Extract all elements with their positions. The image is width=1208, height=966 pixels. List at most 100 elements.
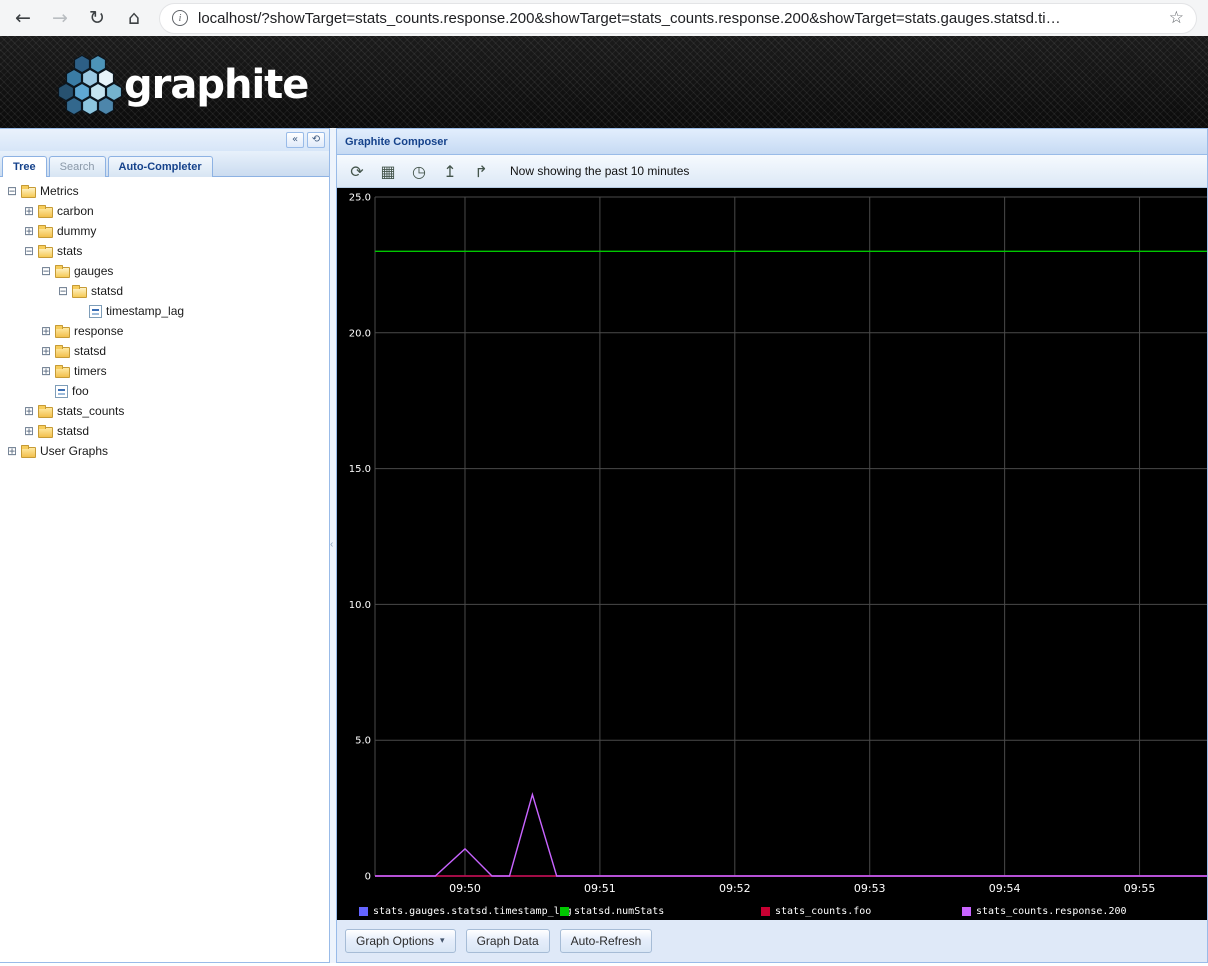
tab-auto-completer[interactable]: Auto-Completer bbox=[108, 156, 213, 177]
tree-node-dummy[interactable]: ⊞ dummy bbox=[0, 221, 329, 241]
folder-icon bbox=[38, 405, 53, 418]
expand-toggle-icon[interactable]: ⊟ bbox=[4, 184, 20, 198]
expand-toggle-icon[interactable]: ⊞ bbox=[21, 204, 37, 218]
refresh-icon[interactable]: ⟳ bbox=[345, 159, 369, 183]
folder-icon bbox=[21, 445, 36, 458]
tree-node-statsd[interactable]: ⊞ statsd bbox=[0, 421, 329, 441]
graph-data-button[interactable]: Graph Data bbox=[466, 929, 550, 953]
tree-node-label: carbon bbox=[57, 204, 94, 218]
tree-node-carbon[interactable]: ⊞ carbon bbox=[0, 201, 329, 221]
tree-node-timers[interactable]: ⊞ timers bbox=[0, 361, 329, 381]
composer-title: Graphite Composer bbox=[337, 129, 1207, 155]
expand-toggle-icon[interactable]: ⊞ bbox=[38, 324, 54, 338]
svg-text:25.0: 25.0 bbox=[349, 193, 371, 204]
share-icon[interactable]: ↱ bbox=[469, 159, 493, 183]
expand-toggle-icon[interactable]: ⊞ bbox=[21, 424, 37, 438]
legend-item: stats_counts.foo bbox=[761, 906, 962, 917]
clock-icon[interactable]: ◷ bbox=[407, 159, 431, 183]
reload-icon[interactable]: ↻ bbox=[86, 7, 108, 29]
svg-text:10.0: 10.0 bbox=[349, 600, 371, 611]
graphite-hexagon-logo-icon bbox=[56, 50, 122, 120]
tree-node-label: stats bbox=[57, 244, 82, 258]
forward-icon[interactable]: → bbox=[49, 7, 71, 29]
site-info-icon[interactable]: i bbox=[172, 10, 188, 26]
expand-toggle-icon[interactable]: ⊞ bbox=[4, 444, 20, 458]
tree-node-metrics[interactable]: ⊟Metrics bbox=[0, 181, 329, 201]
graphite-logo-text: graphite bbox=[124, 62, 308, 108]
upload-icon[interactable]: ↥ bbox=[438, 159, 462, 183]
url-text[interactable]: localhost/?showTarget=stats_counts.respo… bbox=[198, 10, 1159, 27]
tree-node-gauges[interactable]: ⊟ gauges bbox=[0, 261, 329, 281]
svg-text:0: 0 bbox=[365, 872, 371, 883]
svg-text:15.0: 15.0 bbox=[349, 464, 371, 475]
expand-toggle-icon[interactable]: ⊟ bbox=[38, 264, 54, 278]
legend-swatch bbox=[359, 907, 368, 916]
auto-refresh-button[interactable]: Auto-Refresh bbox=[560, 929, 653, 953]
button-label: Graph Data bbox=[477, 934, 539, 948]
refresh-tree-button[interactable]: ⟲ bbox=[307, 132, 325, 148]
tree-node-label: stats_counts bbox=[57, 404, 124, 418]
tree-node-label: timestamp_lag bbox=[106, 304, 184, 318]
tree-node-label: gauges bbox=[74, 264, 113, 278]
legend-item: stats_counts.response.200 bbox=[962, 906, 1163, 917]
tree-node-user-graphs[interactable]: ⊞ User Graphs bbox=[0, 441, 329, 461]
bookmark-star-icon[interactable]: ☆ bbox=[1169, 8, 1184, 28]
composer-toolbar: ⟳ ▦ ◷ ↥ ↱ Now showing the past 10 minutes bbox=[337, 155, 1207, 188]
legend-swatch bbox=[761, 907, 770, 916]
tree-node-label: statsd bbox=[74, 344, 106, 358]
tab-tree[interactable]: Tree bbox=[2, 156, 47, 177]
browser-toolbar: ← → ↻ ⌂ i localhost/?showTarget=stats_co… bbox=[0, 0, 1208, 36]
svg-text:09:52: 09:52 bbox=[719, 882, 751, 895]
tree-node-statsd[interactable]: ⊞ statsd bbox=[0, 341, 329, 361]
tree-node-stats-counts[interactable]: ⊞ stats_counts bbox=[0, 401, 329, 421]
button-label: Auto-Refresh bbox=[571, 934, 642, 948]
svg-text:5.0: 5.0 bbox=[355, 736, 371, 747]
expand-toggle-icon[interactable]: ⊞ bbox=[38, 364, 54, 378]
folder-icon bbox=[55, 365, 70, 378]
tree-node-label: dummy bbox=[57, 224, 96, 238]
tree-node-timestamp-lag[interactable]: timestamp_lag bbox=[0, 301, 329, 321]
expand-toggle-icon[interactable]: ⊟ bbox=[21, 244, 37, 258]
tree-node-label: statsd bbox=[91, 284, 123, 298]
svg-text:09:55: 09:55 bbox=[1124, 882, 1156, 895]
tree-node-statsd[interactable]: ⊟ statsd bbox=[0, 281, 329, 301]
tree-node-foo[interactable]: foo bbox=[0, 381, 329, 401]
legend-item: stats.gauges.statsd.timestamp_lag bbox=[359, 906, 560, 917]
expand-toggle-icon[interactable]: ⊟ bbox=[55, 284, 71, 298]
expand-toggle-icon[interactable]: ⊞ bbox=[21, 404, 37, 418]
tree-node-label: User Graphs bbox=[40, 444, 108, 458]
tree-node-label: timers bbox=[74, 364, 107, 378]
composer-panel: Graphite Composer ⟳ ▦ ◷ ↥ ↱ Now showing the … bbox=[336, 128, 1208, 963]
home-icon[interactable]: ⌂ bbox=[123, 7, 145, 29]
folder-icon bbox=[38, 425, 53, 438]
expand-toggle-icon[interactable]: ⊞ bbox=[38, 344, 54, 358]
expand-toggle-icon[interactable]: ⊞ bbox=[21, 224, 37, 238]
legend-swatch bbox=[962, 907, 971, 916]
tree-node-stats[interactable]: ⊟ stats bbox=[0, 241, 329, 261]
svg-text:09:51: 09:51 bbox=[584, 882, 616, 895]
time-range-status: Now showing the past 10 minutes bbox=[510, 164, 689, 178]
tab-search[interactable]: Search bbox=[49, 156, 106, 177]
folder-icon bbox=[55, 345, 70, 358]
legend-swatch bbox=[560, 907, 569, 916]
tree-node-response[interactable]: ⊞response bbox=[0, 321, 329, 341]
metric-leaf-icon bbox=[89, 305, 102, 318]
url-bar[interactable]: i localhost/?showTarget=stats_counts.res… bbox=[160, 4, 1196, 33]
graphite-logo: graphite bbox=[56, 50, 308, 120]
graph-options-button[interactable]: Graph Options▾ bbox=[345, 929, 456, 953]
tree-node-label: foo bbox=[72, 384, 89, 398]
folder-icon bbox=[55, 325, 70, 338]
metric-leaf-icon bbox=[55, 385, 68, 398]
legend-label: statsd.numStats bbox=[574, 906, 664, 917]
legend-item: statsd.numStats bbox=[560, 906, 761, 917]
splitter-collapse-icon[interactable]: ‹ bbox=[330, 539, 333, 550]
tree-node-label: statsd bbox=[57, 424, 89, 438]
metrics-tree: ⊟Metrics⊞carbon⊞dummy⊟stats⊟gauges⊟stats… bbox=[0, 177, 329, 962]
collapse-sidebar-button[interactable]: « bbox=[286, 132, 304, 148]
calendar-icon[interactable]: ▦ bbox=[376, 159, 400, 183]
legend-label: stats_counts.foo bbox=[775, 906, 871, 917]
composer-chart[interactable]: 09:5009:5109:5209:5309:5409:5505.010.015… bbox=[337, 188, 1207, 920]
chart-plot[interactable]: 09:5009:5109:5209:5309:5409:5505.010.015… bbox=[337, 188, 1207, 920]
caret-down-icon: ▾ bbox=[440, 936, 445, 946]
back-icon[interactable]: ← bbox=[12, 7, 34, 29]
